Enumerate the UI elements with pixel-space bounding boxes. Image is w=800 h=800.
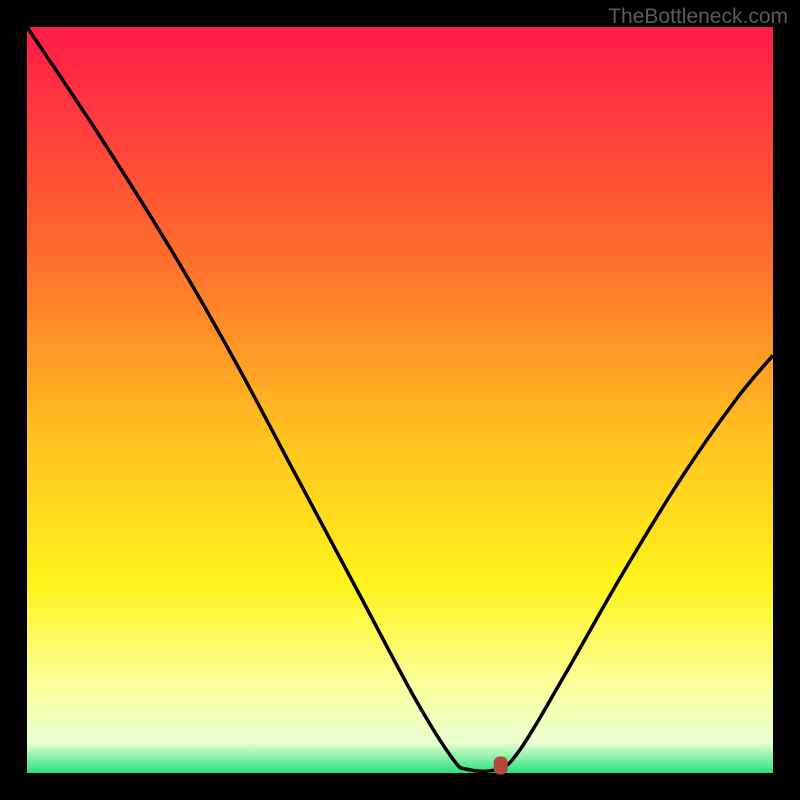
chart (0, 0, 800, 800)
plot-background (27, 27, 773, 773)
intersection-marker (494, 757, 508, 775)
watermark-text: TheBottleneck.com (608, 5, 788, 29)
